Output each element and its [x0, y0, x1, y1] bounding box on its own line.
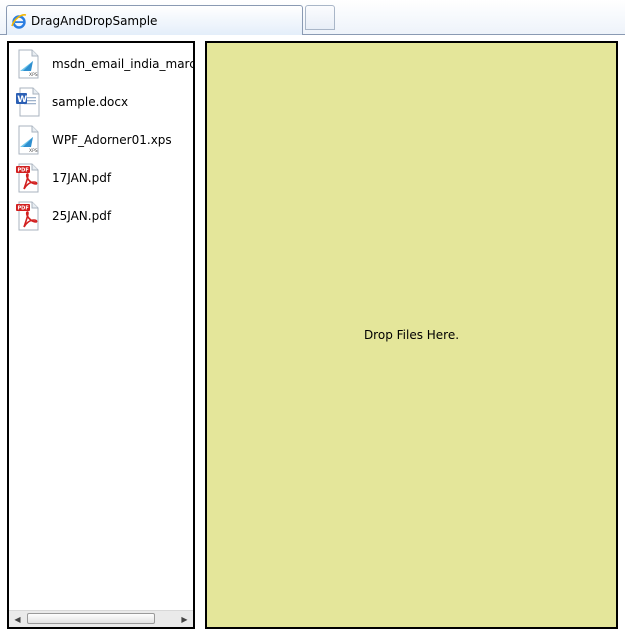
svg-text:PDF: PDF [18, 206, 29, 212]
svg-text:XPS: XPS [29, 72, 38, 78]
browser-tab-strip: DragAndDropSample [0, 0, 625, 35]
tab-title: DragAndDropSample [31, 13, 158, 28]
svg-text:XPS: XPS [29, 148, 38, 154]
scroll-right-arrow-icon[interactable]: ▶ [176, 611, 193, 627]
svg-text:PDF: PDF [18, 168, 29, 174]
tab-drag-and-drop-sample[interactable]: DragAndDropSample [6, 5, 303, 35]
file-name: 17JAN.pdf [52, 171, 112, 185]
xps-file-icon: XPS [15, 125, 41, 155]
new-tab-button[interactable] [305, 5, 335, 30]
list-item[interactable]: XPS msdn_email_india_march [15, 48, 195, 80]
word-document-icon: W [15, 87, 41, 117]
scroll-left-arrow-icon[interactable]: ◀ [9, 611, 26, 627]
list-item[interactable]: PDF 25JAN.pdf [15, 200, 111, 232]
file-list[interactable]: XPS msdn_email_india_march W sample.docx [7, 41, 195, 629]
drop-zone-label: Drop Files Here. [363, 328, 460, 342]
xps-file-icon: XPS [15, 49, 41, 79]
file-name: WPF_Adorner01.xps [52, 133, 172, 147]
list-item[interactable]: PDF 17JAN.pdf [15, 162, 111, 194]
file-name: 25JAN.pdf [52, 209, 112, 223]
svg-text:W: W [17, 95, 27, 105]
list-item[interactable]: XPS WPF_Adorner01.xps [15, 124, 172, 156]
drop-zone[interactable]: Drop Files Here. [205, 41, 618, 629]
horizontal-scrollbar[interactable]: ◀ ▶ [9, 610, 193, 627]
pdf-file-icon: PDF [15, 163, 41, 193]
file-name: msdn_email_india_march [52, 57, 195, 71]
pdf-file-icon: PDF [15, 201, 41, 231]
internet-explorer-icon [11, 13, 27, 29]
list-item[interactable]: W sample.docx [15, 86, 128, 118]
file-name: sample.docx [52, 95, 129, 109]
scrollbar-thumb[interactable] [27, 613, 155, 624]
